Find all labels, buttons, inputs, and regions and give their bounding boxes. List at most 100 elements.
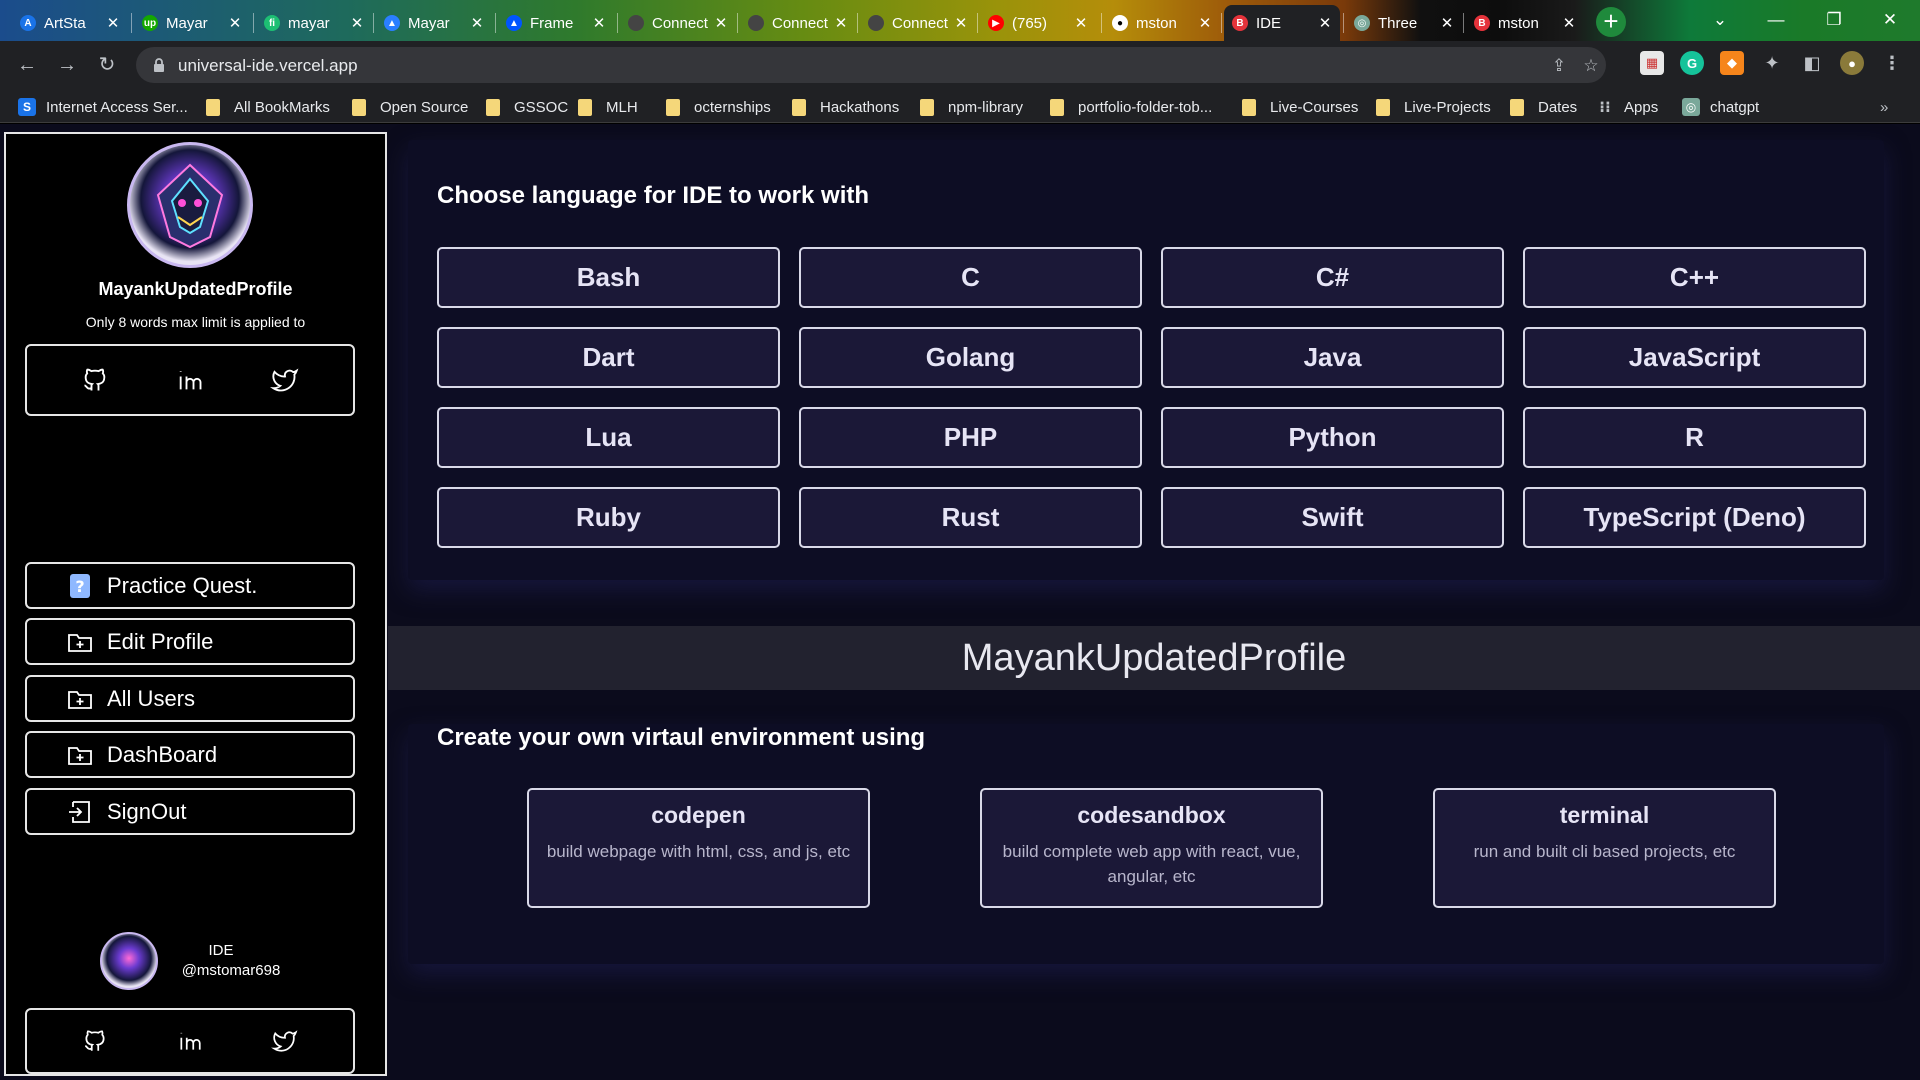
browser-tab[interactable]: Connect tc ✕ bbox=[740, 5, 856, 41]
close-tab-icon[interactable]: ✕ bbox=[1198, 14, 1212, 32]
close-tab-icon[interactable]: ✕ bbox=[592, 14, 606, 32]
language-button-php[interactable]: PHP bbox=[799, 407, 1142, 468]
sidebar-item-all-users[interactable]: All Users bbox=[25, 675, 355, 722]
forward-icon[interactable]: → bbox=[52, 51, 82, 79]
reload-icon[interactable]: ↻ bbox=[92, 51, 122, 79]
browser-tab[interactable]: ▶ (765) ✕ bbox=[980, 5, 1096, 41]
language-button-bash[interactable]: Bash bbox=[437, 247, 780, 308]
close-tab-icon[interactable]: ✕ bbox=[470, 14, 484, 32]
environment-terminal-card[interactable]: terminal run and built cli based projects… bbox=[1433, 788, 1776, 908]
bookmark-item[interactable]: npm-library bbox=[920, 96, 1023, 118]
browser-tab[interactable]: ● mston ✕ bbox=[1104, 5, 1220, 41]
environment-title: terminal bbox=[1559, 802, 1650, 828]
language-button-java[interactable]: Java bbox=[1161, 327, 1504, 388]
close-tab-icon[interactable]: ✕ bbox=[954, 14, 968, 32]
browser-tab[interactable]: Connect tc ✕ bbox=[860, 5, 976, 41]
extension-calendar-icon[interactable]: ▦ bbox=[1640, 51, 1664, 75]
bookmark-item[interactable]: S Internet Access Ser... bbox=[18, 96, 188, 118]
bookmark-label: Open Source bbox=[380, 98, 469, 116]
language-button-rust[interactable]: Rust bbox=[799, 487, 1142, 548]
language-button-dart[interactable]: Dart bbox=[437, 327, 780, 388]
bookmark-item[interactable]: GSSOC bbox=[486, 96, 568, 118]
bookmark-item[interactable]: All BookMarks bbox=[206, 96, 330, 118]
close-tab-icon[interactable]: ✕ bbox=[714, 14, 728, 32]
environment-title: codepen bbox=[651, 802, 746, 828]
close-tab-icon[interactable]: ✕ bbox=[1074, 14, 1088, 32]
bookmark-item[interactable]: Dates bbox=[1510, 96, 1577, 118]
browser-tab[interactable]: A ArtSta ✕ bbox=[12, 5, 128, 41]
bookmark-item[interactable]: portfolio-folder-tob... bbox=[1050, 96, 1212, 118]
extensions-puzzle-icon[interactable]: ✦ bbox=[1760, 51, 1784, 75]
twitter-icon[interactable] bbox=[270, 1026, 300, 1056]
language-button-javascript[interactable]: JavaScript bbox=[1523, 327, 1866, 388]
language-button-c[interactable]: C bbox=[799, 247, 1142, 308]
bookmark-item[interactable]: Open Source bbox=[352, 96, 468, 118]
bookmark-star-icon[interactable]: ☆ bbox=[1581, 56, 1601, 76]
language-button-lua[interactable]: Lua bbox=[437, 407, 780, 468]
bookmark-item[interactable]: ⁝⁝ Apps bbox=[1596, 96, 1658, 118]
tab-title: Connect tc bbox=[652, 14, 708, 32]
back-icon[interactable]: ← bbox=[12, 51, 42, 79]
kebab-menu-icon[interactable]: ⋮ bbox=[1880, 51, 1904, 75]
languages-title: Choose language for IDE to work with bbox=[437, 182, 870, 209]
bookmark-item[interactable]: Live-Projects bbox=[1376, 96, 1491, 118]
bookmark-item[interactable]: Live-Courses bbox=[1242, 96, 1358, 118]
browser-tab[interactable]: ▲ Frame ✕ bbox=[498, 5, 614, 41]
sidebar-item-signout[interactable]: SignOut bbox=[25, 788, 355, 835]
close-tab-icon[interactable]: ✕ bbox=[1440, 14, 1454, 32]
browser-tab[interactable]: ▲ Mayar ✕ bbox=[376, 5, 492, 41]
side-panel-icon[interactable]: ◧ bbox=[1800, 51, 1824, 75]
sidebar-item-edit-profile[interactable]: Edit Profile bbox=[25, 618, 355, 665]
bookmark-item[interactable]: Hackathons bbox=[792, 96, 899, 118]
profile-avatar-icon[interactable]: ● bbox=[1840, 51, 1864, 75]
browser-tab[interactable]: fi mayar ✕ bbox=[256, 5, 372, 41]
github-icon[interactable] bbox=[80, 365, 110, 395]
address-bar[interactable]: universal-ide.vercel.app ⇪ ☆ bbox=[136, 47, 1606, 83]
language-button-r[interactable]: R bbox=[1523, 407, 1866, 468]
language-button-c[interactable]: C# bbox=[1161, 247, 1504, 308]
close-tab-icon[interactable]: ✕ bbox=[1318, 14, 1332, 32]
bookmark-item[interactable]: MLH bbox=[578, 96, 638, 118]
tab-title: IDE bbox=[1256, 14, 1282, 32]
language-button-python[interactable]: Python bbox=[1161, 407, 1504, 468]
grammarly-icon[interactable]: G bbox=[1680, 51, 1704, 75]
share-icon[interactable]: ⇪ bbox=[1549, 56, 1569, 76]
close-tab-icon[interactable]: ✕ bbox=[350, 14, 364, 32]
tab-separator bbox=[737, 13, 738, 33]
bookmark-label: Hackathons bbox=[820, 98, 900, 116]
browser-tab[interactable]: B IDE ✕ bbox=[1224, 5, 1340, 41]
browser-tab[interactable]: up Mayar ✕ bbox=[134, 5, 250, 41]
main-panel: Choose language for IDE to work with Bas… bbox=[388, 132, 1920, 1076]
language-button-c[interactable]: C++ bbox=[1523, 247, 1866, 308]
language-button-typescript-deno[interactable]: TypeScript (Deno) bbox=[1523, 487, 1866, 548]
restore-button[interactable]: ❐ bbox=[1814, 7, 1854, 33]
close-tab-icon[interactable]: ✕ bbox=[228, 14, 242, 32]
environment-codepen-card[interactable]: codepen build webpage with html, css, and… bbox=[527, 788, 870, 908]
new-tab-button[interactable]: + bbox=[1596, 7, 1626, 37]
tab-search-icon[interactable]: ⌄ bbox=[1700, 7, 1740, 33]
more-bookmarks-icon[interactable]: » bbox=[1880, 96, 1888, 118]
twitter-icon[interactable] bbox=[270, 365, 300, 395]
sidebar-item-dashboard[interactable]: DashBoard bbox=[25, 731, 355, 778]
linkedin-icon[interactable] bbox=[175, 1026, 205, 1056]
language-button-swift[interactable]: Swift bbox=[1161, 487, 1504, 548]
tab-separator bbox=[373, 13, 374, 33]
language-button-golang[interactable]: Golang bbox=[799, 327, 1142, 388]
browser-tab[interactable]: Connect tc ✕ bbox=[620, 5, 736, 41]
bookmark-item[interactable]: ◎ chatgpt bbox=[1682, 96, 1759, 118]
metamask-icon[interactable]: ◆ bbox=[1720, 51, 1744, 75]
linkedin-icon[interactable] bbox=[175, 365, 205, 395]
environment-codesandbox-card[interactable]: codesandbox build complete web app with r… bbox=[980, 788, 1323, 908]
close-tab-icon[interactable]: ✕ bbox=[106, 14, 120, 32]
browser-tab[interactable]: ◎ Three ✕ bbox=[1346, 5, 1462, 41]
close-window-button[interactable]: ✕ bbox=[1870, 7, 1910, 33]
language-button-ruby[interactable]: Ruby bbox=[437, 487, 780, 548]
sidebar-item-practice-quest[interactable]: ? Practice Quest. bbox=[25, 562, 355, 609]
browser-toolbar: ← → ↻ universal-ide.vercel.app ⇪ ☆ ▦ G ◆… bbox=[0, 41, 1920, 89]
close-tab-icon[interactable]: ✕ bbox=[834, 14, 848, 32]
close-tab-icon[interactable]: ✕ bbox=[1562, 14, 1576, 32]
bookmark-item[interactable]: octernships bbox=[666, 96, 771, 118]
github-icon[interactable] bbox=[80, 1026, 110, 1056]
minimize-button[interactable]: — bbox=[1756, 7, 1796, 33]
browser-tab[interactable]: Bmston ✕ bbox=[1466, 5, 1584, 41]
